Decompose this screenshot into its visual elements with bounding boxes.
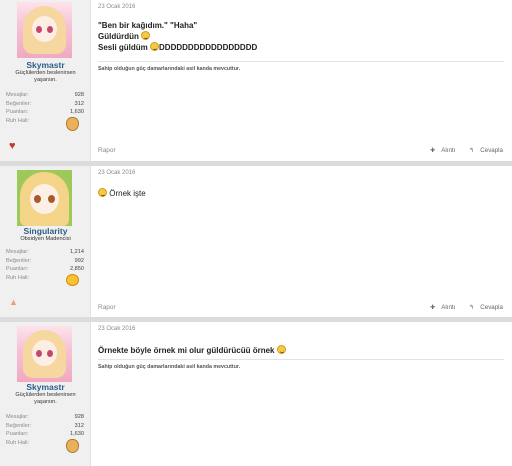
username[interactable]: Skymastr [0,60,91,70]
plus-icon: ✚ [430,147,436,154]
signature: Sahip olduğun güç damarlarındaki asil ka… [98,364,241,370]
stat-mood: Ruh Hali: [6,273,84,286]
report-link[interactable]: Rapor [98,304,116,311]
user-sidebar: Singularity Obsidyen Madencisi Mesajlar:… [0,166,91,317]
grinning-face-icon[interactable] [66,116,79,131]
post: Skymastr Güçlülerden beslenirsen yaşarsı… [0,0,512,161]
signature: Sahip olduğun güç damarlarındaki asil ka… [98,66,241,72]
post-content: 23 Ocak 2016 Örnek işte Rapor ✚ Alıntı ↰ C… [91,166,512,317]
report-link[interactable]: Rapor [98,147,116,154]
heart-icon: ♥ [9,140,16,152]
signature-divider [98,359,504,360]
user-sidebar: Skymastr Güçlülerden beslenirsen yaşarsı… [0,322,91,466]
smiley-face-icon[interactable] [66,273,79,286]
post-actions: ✚ Alıntı ↰ Cevapla [418,304,503,311]
post-date[interactable]: 23 Ocak 2016 [98,4,135,10]
laughing-emoji-icon [98,188,107,197]
user-sidebar: Skymastr Güçlülerden beslenirsen yaşarsı… [0,0,91,161]
stat-messages: Mesajlar: 1,214 [6,249,84,255]
stat-likes: Beğeniler: 312 [6,422,84,429]
reply-button[interactable]: ↰ Cevapla [463,147,503,154]
avatar[interactable] [17,326,72,382]
post-date[interactable]: 23 Ocak 2016 [98,170,135,176]
message-body: "Ben bir kağıdım." "Haha" Güldürdün Sesl… [98,21,258,52]
quote-button[interactable]: ✚ Alıntı [424,304,455,311]
post: Skymastr Güçlülerden beslenirsen yaşarsı… [0,322,512,466]
stat-messages: Mesajlar: 928 [6,414,84,420]
star-icon: ▲ [9,297,18,307]
username[interactable]: Singularity [0,226,91,236]
user-stats: Mesajlar: 928 Beğeniler: 312 Puanları: 1,63… [6,92,84,131]
reply-arrow-icon: ↰ [469,147,475,154]
message-body: Örnekte böyle örnek mi olur güldürücüü ö… [98,345,286,356]
post-content: 23 Ocak 2016 Örnekte böyle örnek mi olur… [91,322,512,466]
post-content: 23 Ocak 2016 "Ben bir kağıdım." "Haha" G… [91,0,512,161]
avatar[interactable] [17,170,72,226]
user-title: Güçlülerden beslenirsen yaşarsın. [15,392,76,405]
stat-likes: Beğeniler: 312 [6,100,84,107]
signature-divider [98,61,504,62]
laughing-emoji-icon [150,42,160,51]
reply-arrow-icon: ↰ [469,304,475,311]
laughing-emoji-icon [276,345,286,354]
plus-icon: ✚ [430,304,436,311]
stat-likes: Beğeniler: 992 [6,257,84,264]
user-title: Obsidyen Madencisi [20,236,71,242]
reply-button[interactable]: ↰ Cevapla [463,304,503,311]
laughing-emoji-icon [141,31,151,40]
stat-mood: Ruh Hali: [6,116,84,131]
quote-button[interactable]: ✚ Alıntı [424,147,455,154]
post: Singularity Obsidyen Madencisi Mesajlar:… [0,166,512,317]
stat-mood: Ruh Hali: [6,438,84,453]
post-date[interactable]: 23 Ocak 2016 [98,326,135,332]
user-title: Güçlülerden beslenirsen yaşarsın. [15,70,76,83]
username[interactable]: Skymastr [0,382,91,392]
user-stats: Mesajlar: 928 Beğeniler: 312 Puanları: 1,63… [6,414,84,453]
user-stats: Mesajlar: 1,214 Beğeniler: 992 Puanları: 2,… [6,249,84,286]
message-body: Örnek işte [98,188,146,199]
stat-messages: Mesajlar: 928 [6,92,84,98]
post-actions: ✚ Alıntı ↰ Cevapla [418,147,503,154]
grinning-face-icon[interactable] [66,438,79,453]
avatar[interactable] [17,2,72,58]
